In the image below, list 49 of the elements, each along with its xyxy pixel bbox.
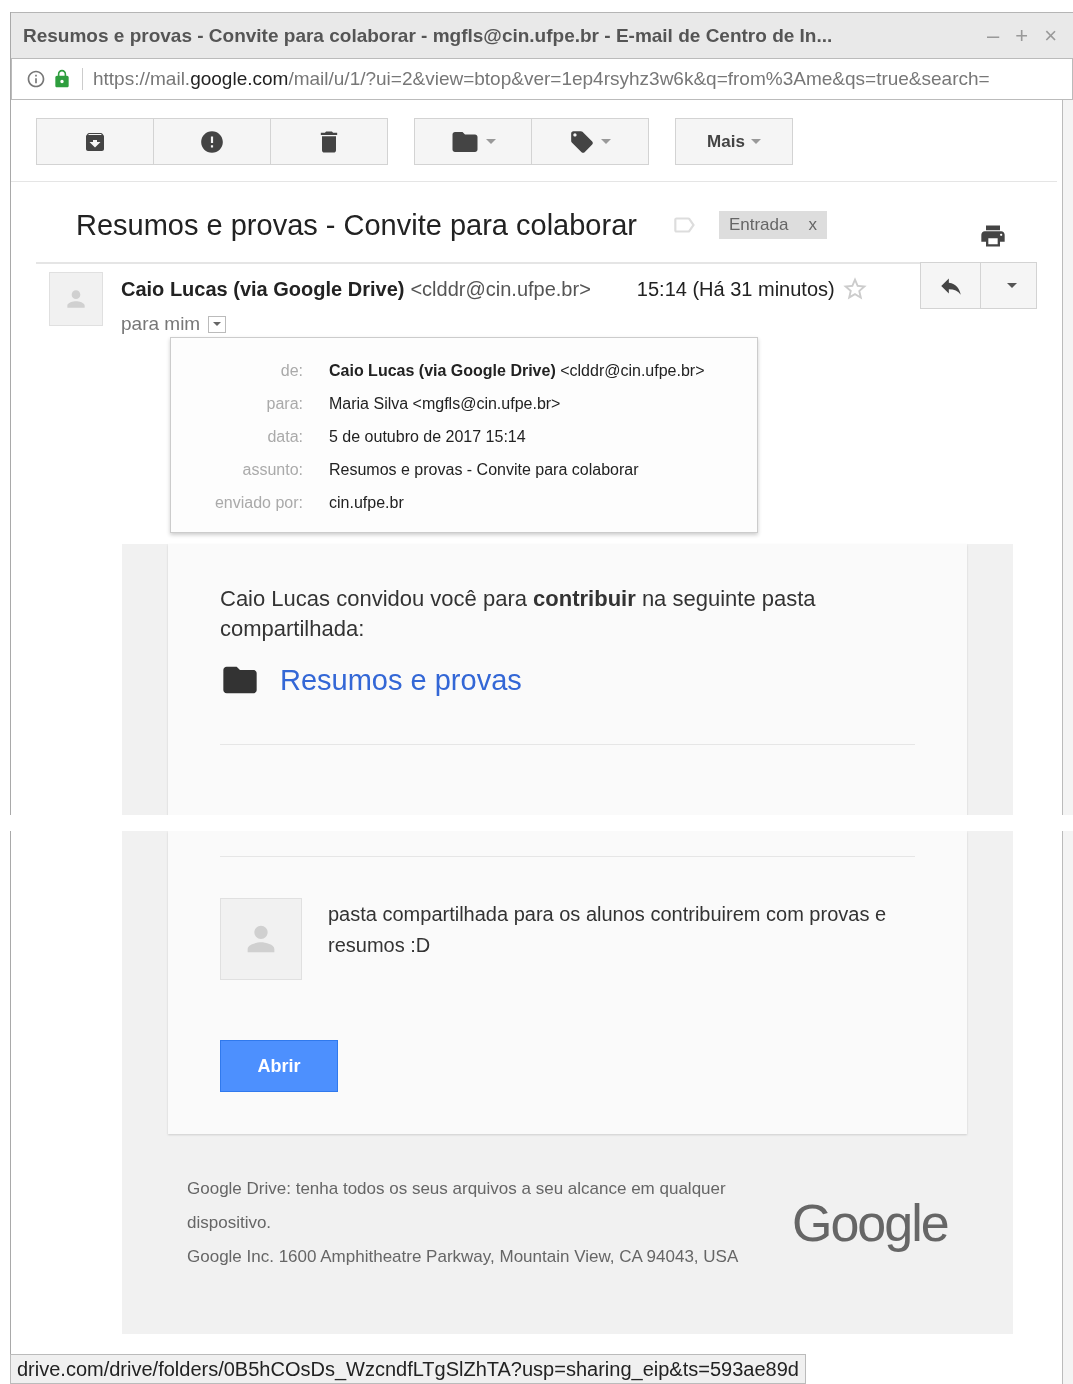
footer-text: Google Drive: tenha todos os seus arquivos a seu alcance em qualquer dispositivo. bbox=[187, 1178, 727, 1234]
detail-label: de: bbox=[279, 362, 303, 380]
folder-link[interactable]: Resumos e provas bbox=[280, 663, 522, 697]
exclamation-icon bbox=[199, 128, 225, 155]
detail-value: Resumos e provas - Convite para colaborar bbox=[329, 461, 640, 479]
detail-label: para: bbox=[265, 395, 303, 413]
invite-text: Caio Lucas convidou você para contribuir na seguinte pasta compartilhada: bbox=[220, 585, 817, 643]
detail-value: 5 de outubro de 2017 15:14 bbox=[329, 428, 527, 446]
spam-button[interactable] bbox=[153, 118, 271, 165]
url-text[interactable]: https://mail.google.com/mail/u/1/?ui=2&view=btop&ver=1ep4rsyhz3w6k&q=from%3Ame&qs=true&search= bbox=[82, 68, 990, 90]
share-comment: pasta compartilhada para os alunos contribuirem com provas e resumos :D bbox=[328, 902, 888, 958]
caret-icon bbox=[1006, 283, 1017, 288]
move-button[interactable] bbox=[414, 118, 532, 165]
detail-value: Caio Lucas (via Google Drive) <clddr@cin.ufpe.br> bbox=[329, 362, 706, 380]
delete-button[interactable] bbox=[270, 118, 388, 165]
footer-text: Google Inc. 1600 Amphitheatre Parkway, Mountain View, CA 94043, USA bbox=[187, 1246, 740, 1268]
window-control[interactable]: × bbox=[1044, 22, 1057, 49]
caret-icon bbox=[213, 322, 222, 326]
caret-icon bbox=[601, 139, 611, 144]
lock-icon bbox=[52, 69, 72, 89]
open-button[interactable]: Abrir bbox=[220, 1040, 338, 1092]
google-logo: Google bbox=[792, 1193, 948, 1253]
scrollbar[interactable] bbox=[1062, 831, 1073, 1384]
sender-name: Caio Lucas (via Google Drive) bbox=[121, 277, 405, 301]
email-subject: Resumos e provas - Convite para colaborar bbox=[76, 208, 637, 242]
detail-label: enviado por: bbox=[213, 494, 303, 512]
message-time: 15:14 (Há 31 minutos) bbox=[636, 277, 835, 301]
caret-icon bbox=[486, 139, 496, 144]
detail-value: cin.ufpe.br bbox=[329, 494, 405, 512]
scrollbar[interactable] bbox=[1062, 100, 1073, 815]
more-button[interactable]: Mais bbox=[675, 118, 793, 165]
label-chip[interactable]: Entrada x bbox=[718, 211, 827, 239]
info-icon[interactable] bbox=[26, 69, 46, 89]
reply-button[interactable] bbox=[920, 262, 981, 309]
sender-email: <clddr@cin.ufpe.br> bbox=[410, 277, 591, 301]
detail-label: data: bbox=[266, 428, 303, 446]
detail-value: Maria Silva <mgfls@cin.ufpe.br> bbox=[329, 395, 562, 413]
recipient-text: para mim bbox=[121, 313, 201, 335]
labels-button[interactable] bbox=[531, 118, 649, 165]
window-title: Resumos e provas - Convite para colaborar - mgfls@cin.ufpe.br - E-mail de Centro de In... bbox=[23, 24, 834, 47]
detail-label: assunto: bbox=[241, 461, 303, 479]
caret-icon bbox=[750, 139, 761, 144]
window-control[interactable]: – bbox=[987, 22, 1000, 49]
address-bar[interactable]: https://mail.google.com/mail/u/1/?ui=2&view=btop&ver=1ep4rsyhz3w6k&q=from%3Ame&qs=true&search= bbox=[11, 58, 1073, 100]
tag-icon bbox=[569, 128, 595, 155]
window-control[interactable]: + bbox=[1015, 22, 1029, 49]
details-toggle[interactable] bbox=[208, 315, 227, 333]
archive-button[interactable] bbox=[36, 118, 154, 165]
status-url: drive.com/drive/folders/0B5hCOsDs_WzcndfLTgSlZhTA?usp=sharing_eip&ts=593ae89d bbox=[10, 1354, 806, 1384]
